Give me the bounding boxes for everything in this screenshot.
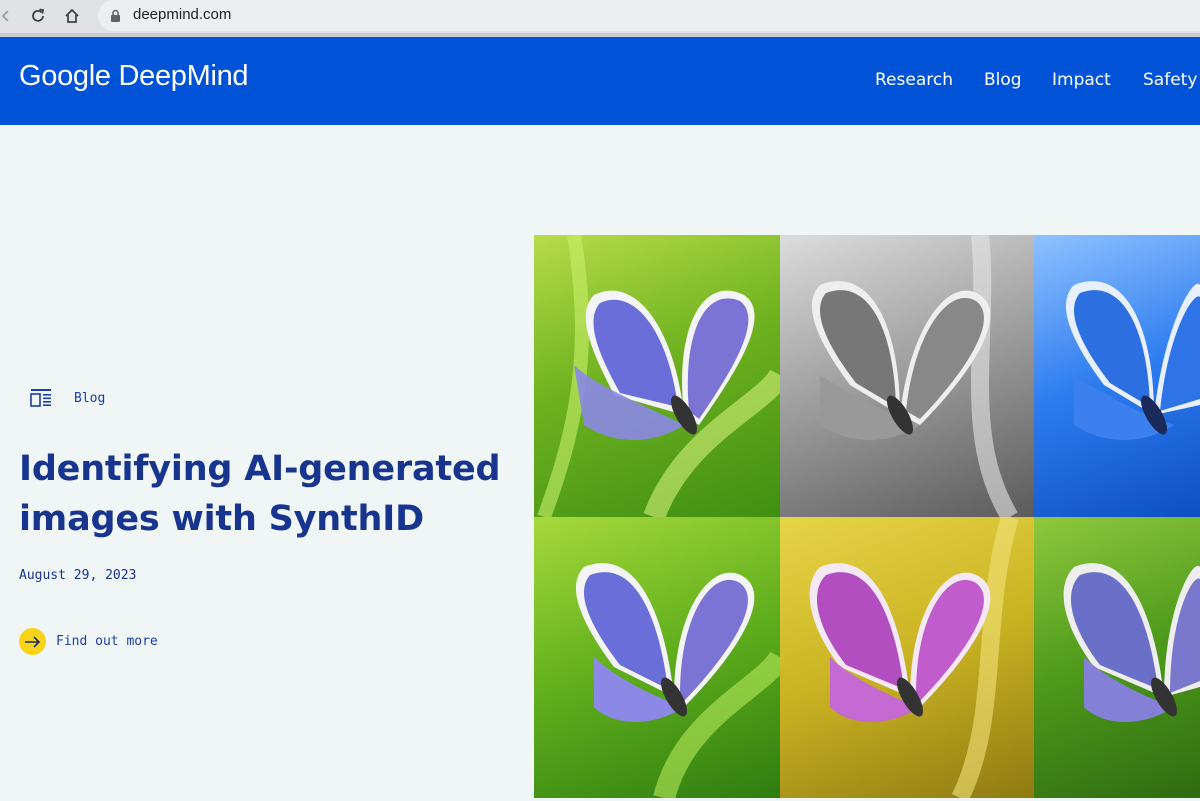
find-out-more-link[interactable]: Find out more [19,628,179,656]
lock-icon[interactable] [110,8,121,27]
page-title: Identifying AI-generated images with Syn… [19,444,519,544]
article-icon [30,387,52,413]
browser-toolbar: deepmind.com [0,0,1200,37]
arrow-right-icon[interactable] [19,628,46,655]
address-bar[interactable]: deepmind.com [98,0,1200,31]
main-nav: Research Blog Impact Safety [0,70,1200,94]
publish-date: August 29, 2023 [19,568,137,583]
home-icon[interactable] [60,4,84,28]
synthid-image-grid [534,235,1200,798]
nav-safety[interactable]: Safety [1143,70,1197,90]
nav-blog[interactable]: Blog [984,70,1022,90]
tag-label: Blog [74,391,106,406]
butterfly-image-yellow-purple [780,517,1034,798]
title-line-2: images with SynthID [19,499,424,539]
site-header: Google DeepMind Research Blog Impact Saf… [0,37,1200,125]
nav-impact[interactable]: Impact [1052,70,1111,90]
butterfly-image-blue [1034,235,1200,517]
butterfly-image-green-noise [1034,517,1200,798]
cta-label[interactable]: Find out more [56,634,158,649]
back-icon[interactable] [0,4,18,28]
title-line-1: Identifying AI-generated [19,449,501,489]
butterfly-image-green-2 [534,517,780,798]
butterfly-image-green [534,235,780,517]
nav-research[interactable]: Research [875,70,953,90]
reload-icon[interactable] [26,4,50,28]
butterfly-image-grayscale [780,235,1034,517]
blog-tag: Blog [30,387,105,413]
url-text[interactable]: deepmind.com [133,6,231,23]
